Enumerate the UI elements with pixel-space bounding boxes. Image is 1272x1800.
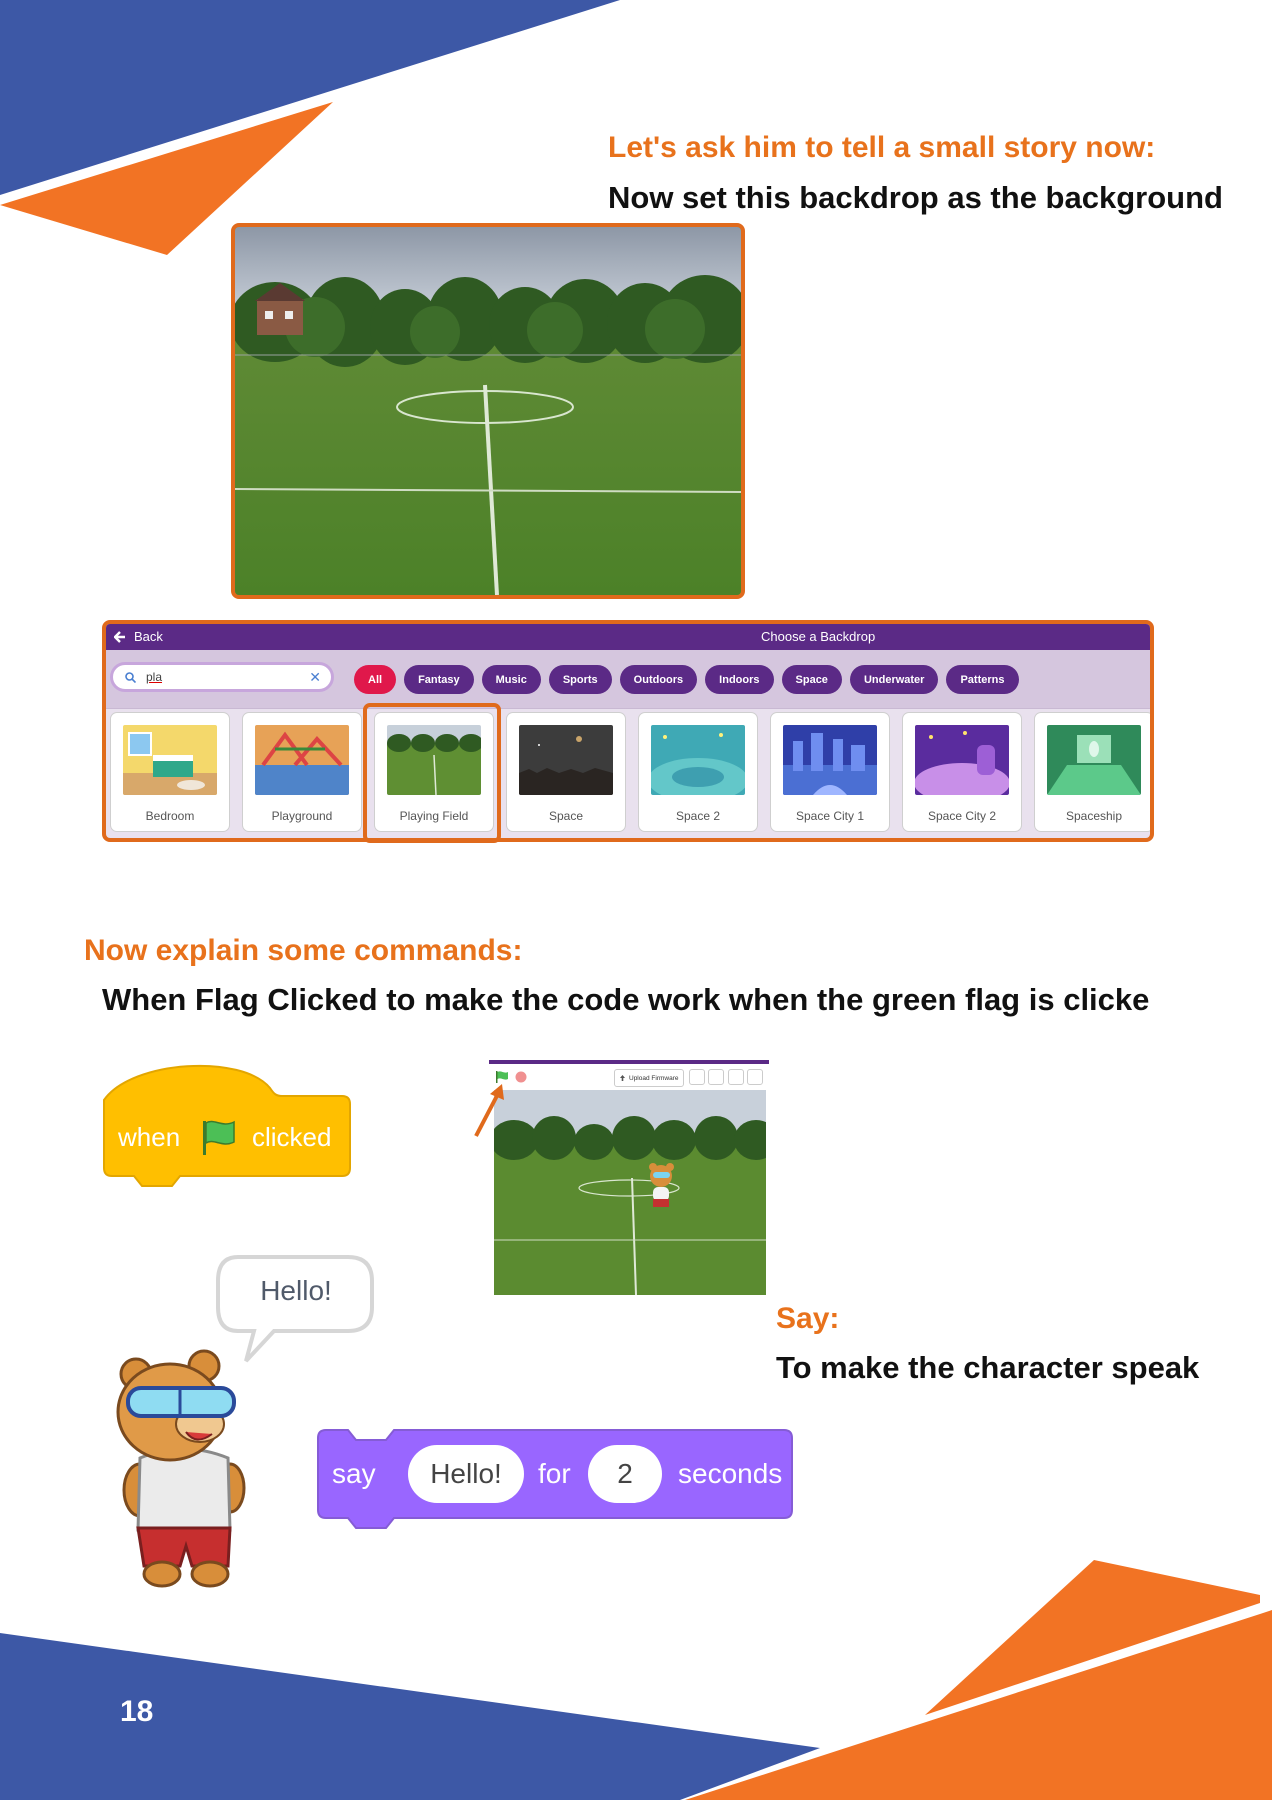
backdrop-tile-playground[interactable]: Playground [242,712,362,832]
fullscreen-icon[interactable] [747,1069,763,1085]
playground-thumbnail [255,725,349,795]
section-instruction-flag: When Flag Clicked to make the code work … [102,982,1150,1017]
speech-bubble: Hello! [216,1255,374,1363]
space-city-2-thumbnail [915,725,1009,795]
search-icon [125,671,136,683]
selected-backdrop-highlight [363,703,501,843]
arrow-pointer-icon [474,1084,504,1137]
backdrop-grid: Bedroom Playground Playing Field Space S… [110,712,1150,832]
field-scene-image [235,227,741,595]
green-flag-icon [203,1120,235,1155]
bottom-orange-lower-shape [685,1610,1272,1800]
section-instruction-backdrop: Now set this backdrop as the background [608,180,1223,215]
tile-label: Bedroom [145,809,195,823]
small-stage-icon[interactable] [708,1069,724,1085]
clicked-label: clicked [252,1122,332,1152]
tile-label: Spaceship [1065,809,1123,823]
playing-field-photo [231,223,745,599]
upload-label: Upload Firmware [629,1074,679,1082]
backdrop-tile-spaceship[interactable]: Spaceship [1034,712,1150,832]
page-number: 18 [120,1695,154,1728]
filter-fantasy[interactable]: Fantasy [404,665,474,694]
space-thumbnail [519,725,613,795]
stage-preview: Upload Firmware [489,1060,769,1300]
for-label: for [538,1458,571,1489]
tile-label: Space 2 [675,809,721,823]
space-2-thumbnail [651,725,745,795]
section-heading-commands: Now explain some commands: [84,934,523,967]
filter-music[interactable]: Music [481,665,541,694]
close-icon[interactable]: ✕ [309,669,321,686]
filter-space[interactable]: Space [781,665,842,694]
upload-firmware-button[interactable]: Upload Firmware [614,1069,684,1087]
back-button[interactable]: Back [114,629,163,644]
when-flag-clicked-block[interactable]: when clicked [102,1058,352,1194]
tile-label: Space [548,809,584,823]
search-input[interactable]: pla ✕ [110,662,334,692]
section-heading-story: Let's ask him to tell a small story now: [608,131,1156,164]
section-instruction-say: To make the character speak [776,1350,1200,1385]
say-for-seconds-block[interactable]: say Hello! for 2 seconds [316,1428,796,1536]
bear-character [116,1349,246,1588]
tile-label: Space City 1 [795,809,865,823]
seconds-label: seconds [678,1458,783,1489]
message-input[interactable]: Hello! [408,1445,524,1503]
arrow-left-icon [114,630,125,643]
filter-all[interactable]: All [354,665,397,694]
say-label: say [332,1458,376,1489]
filter-outdoors[interactable]: Outdoors [619,665,698,694]
backdrop-tile-space-city-2[interactable]: Space City 2 [902,712,1022,832]
tile-label: Space City 2 [927,809,997,823]
speech-text: Hello! [260,1275,332,1306]
stage-canvas [494,1090,766,1295]
back-label: Back [134,629,163,644]
space-city-1-thumbnail [783,725,877,795]
filter-underwater[interactable]: Underwater [849,665,939,694]
large-stage-icon[interactable] [728,1069,744,1085]
upload-icon [620,1074,625,1081]
bedroom-thumbnail [123,725,217,795]
stop-icon[interactable] [515,1071,527,1083]
search-value: pla [146,670,163,684]
top-blue-shape [0,0,620,195]
filter-bar: pla ✕ All Fantasy Music Sports Outdoors … [106,650,1150,709]
filter-patterns[interactable]: Patterns [946,665,1019,694]
filter-indoors[interactable]: Indoors [705,665,774,694]
tile-label: Playground [271,809,333,823]
backdrop-tile-space-2[interactable]: Space 2 [638,712,758,832]
backdrop-tile-space[interactable]: Space [506,712,626,832]
library-title: Choose a Backdrop [761,629,876,644]
section-heading-say: Say: [776,1302,840,1335]
spaceship-thumbnail [1047,725,1141,795]
seconds-input[interactable]: 2 [588,1445,662,1503]
backdrop-tile-space-city-1[interactable]: Space City 1 [770,712,890,832]
camera-icon[interactable] [689,1069,705,1085]
filter-sports[interactable]: Sports [548,665,612,694]
library-header: Back Choose a Backdrop [106,624,1150,650]
stage-toolbar: Upload Firmware [489,1060,769,1088]
backdrop-tile-bedroom[interactable]: Bedroom [110,712,230,832]
when-label: when [118,1122,181,1152]
backdrop-library-panel: Back Choose a Backdrop pla ✕ All Fantasy… [102,620,1154,842]
